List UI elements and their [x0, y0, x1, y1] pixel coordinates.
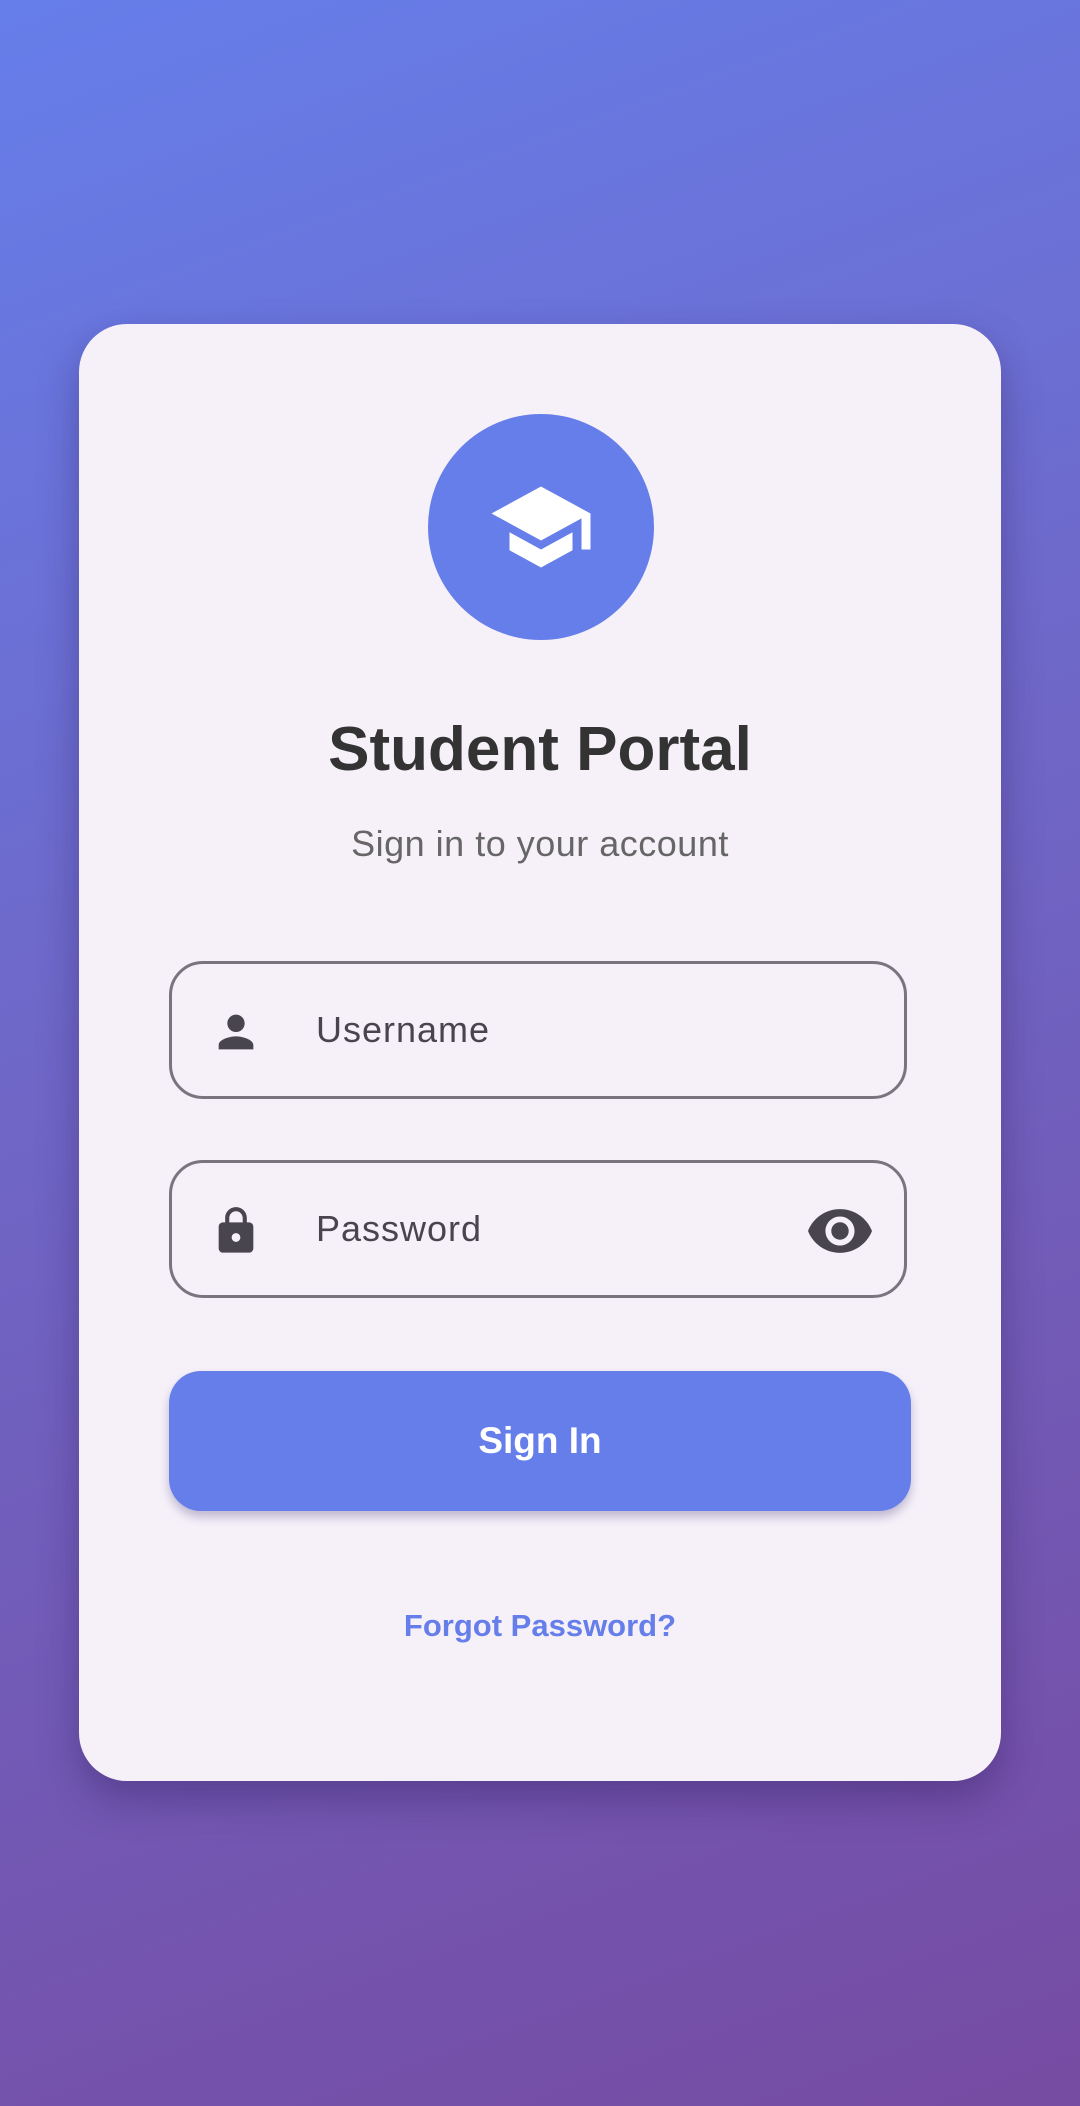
page-subtitle: Sign in to your account [351, 823, 729, 864]
eye-icon[interactable] [808, 1201, 872, 1261]
username-field[interactable] [169, 961, 907, 1099]
graduation-cap-icon [491, 486, 591, 568]
forgot-password-link[interactable]: Forgot Password? [79, 1606, 1001, 1646]
person-icon [210, 1006, 262, 1058]
logo-badge [428, 414, 654, 640]
login-card: Student Portal Sign in to your account S… [79, 324, 1001, 1781]
username-input[interactable] [316, 964, 796, 1096]
sign-in-button[interactable]: Sign In [169, 1371, 911, 1511]
password-field[interactable] [169, 1160, 907, 1298]
password-input[interactable] [316, 1163, 796, 1295]
page-title: Student Portal [328, 715, 752, 784]
lock-icon [210, 1205, 262, 1257]
